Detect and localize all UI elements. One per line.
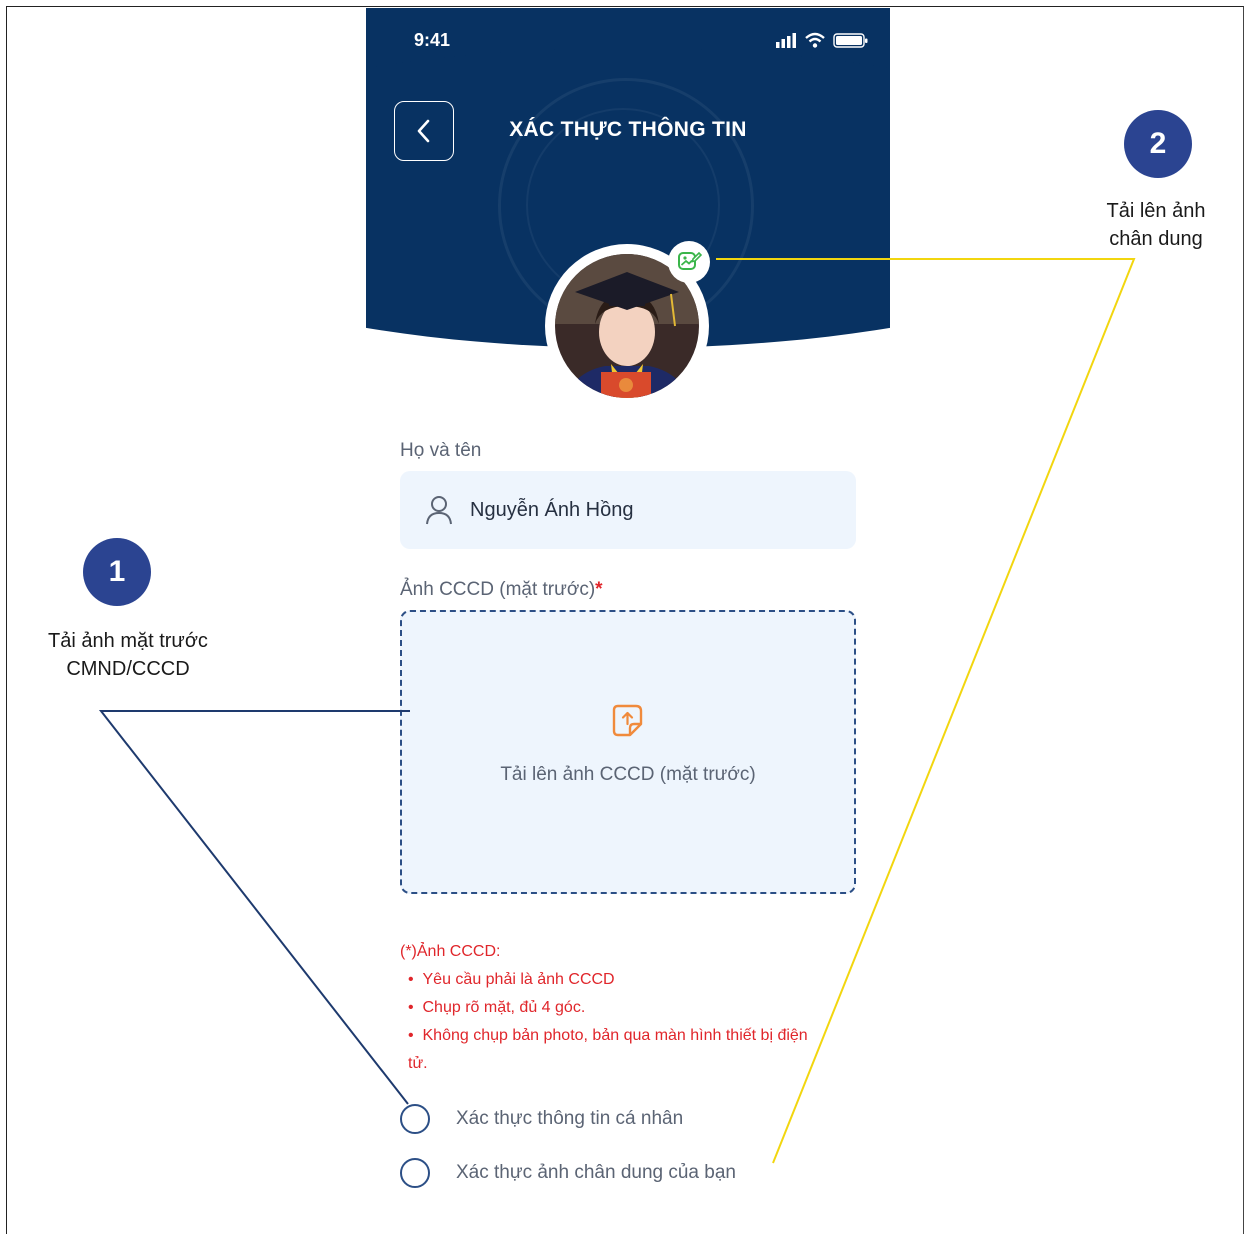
callout-1-number: 1: [83, 538, 151, 606]
edit-portrait-button[interactable]: [668, 241, 710, 283]
callout-2-number: 2: [1124, 110, 1192, 178]
page-title-text: XÁC THỰC THÔNG TIN: [509, 118, 747, 141]
callout-1-line1: Tải ảnh mặt trước: [48, 630, 208, 652]
id-front-label: Ảnh CCCD (mặt trước)*: [400, 579, 603, 601]
required-mark: *: [595, 579, 603, 600]
name-value: Nguyễn Ánh Hồng: [470, 498, 634, 521]
user-icon: [426, 496, 452, 525]
note-item: • Yêu cầu phải là ảnh CCCD: [408, 971, 615, 988]
note-item-text: Yêu cầu phải là ảnh CCCD: [422, 971, 615, 988]
signal-wifi-battery-icon: [776, 32, 868, 48]
status-time: 9:41: [414, 30, 451, 50]
callout-2-line1: Tải lên ảnh: [1106, 200, 1206, 222]
name-field[interactable]: Nguyễn Ánh Hồng: [400, 471, 856, 549]
note-item: • Chụp rõ mặt, đủ 4 góc.: [408, 999, 586, 1016]
id-front-label-text: Ảnh CCCD (mặt trước): [400, 579, 596, 600]
step-portrait[interactable]: Xác thực ảnh chân dung của bạn: [400, 1158, 736, 1188]
callout-1-text: Tải ảnh mặt trước CMND/CCCD: [10, 627, 246, 683]
upload-instruction: Tải lên ảnh CCCD (mặt trước): [500, 764, 756, 785]
callout-1-line2: CMND/CCCD: [66, 658, 190, 680]
step-label: Xác thực thông tin cá nhân: [456, 1108, 684, 1129]
requirements-note: (*)Ảnh CCCD: • Yêu cầu phải là ảnh CCCD …: [400, 938, 830, 1078]
step-personal-info[interactable]: Xác thực thông tin cá nhân: [400, 1104, 683, 1134]
id-front-upload-area[interactable]: Tải lên ảnh CCCD (mặt trước): [400, 610, 856, 894]
callout-2-text: Tải lên ảnh chân dung: [1070, 197, 1242, 253]
phone-screen: 9:41 XÁC THỰC THÔNG TIN Họ và tên Nguyễn…: [366, 8, 890, 1236]
radio-circle[interactable]: [400, 1158, 430, 1188]
step-label: Xác thực ảnh chân dung của bạn: [456, 1162, 736, 1183]
status-icons: [774, 30, 870, 50]
radio-circle[interactable]: [400, 1104, 430, 1134]
note-heading: (*)Ảnh CCCD:: [400, 943, 501, 960]
page-title: XÁC THỰC THÔNG TIN: [366, 118, 890, 142]
callout-2-line2: chân dung: [1109, 228, 1203, 250]
note-item-text: Không chụp bản photo, bản qua màn hình t…: [408, 1027, 808, 1072]
note-item: • Không chụp bản photo, bản qua màn hình…: [408, 1027, 808, 1072]
name-label: Họ và tên: [400, 440, 482, 461]
note-item-text: Chụp rõ mặt, đủ 4 góc.: [422, 999, 586, 1016]
edit-image-icon: [678, 251, 702, 270]
upload-file-icon: [612, 704, 643, 737]
